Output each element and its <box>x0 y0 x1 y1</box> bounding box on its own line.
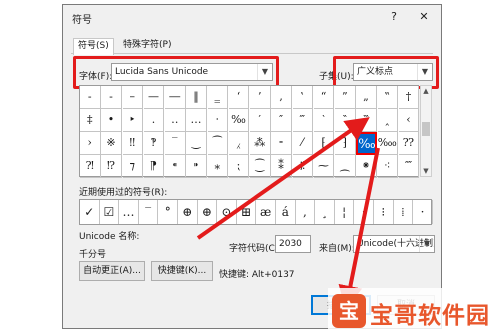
watermark-text: 宝哥软件园 <box>370 303 490 329</box>
arrow-to-selected-symbol <box>196 117 370 240</box>
arrow-to-insert-button <box>338 147 380 310</box>
watermark-logo-icon: 宝 <box>332 294 366 328</box>
watermark: 宝 宝哥软件园 <box>328 288 500 333</box>
annotation-arrows <box>196 117 380 310</box>
